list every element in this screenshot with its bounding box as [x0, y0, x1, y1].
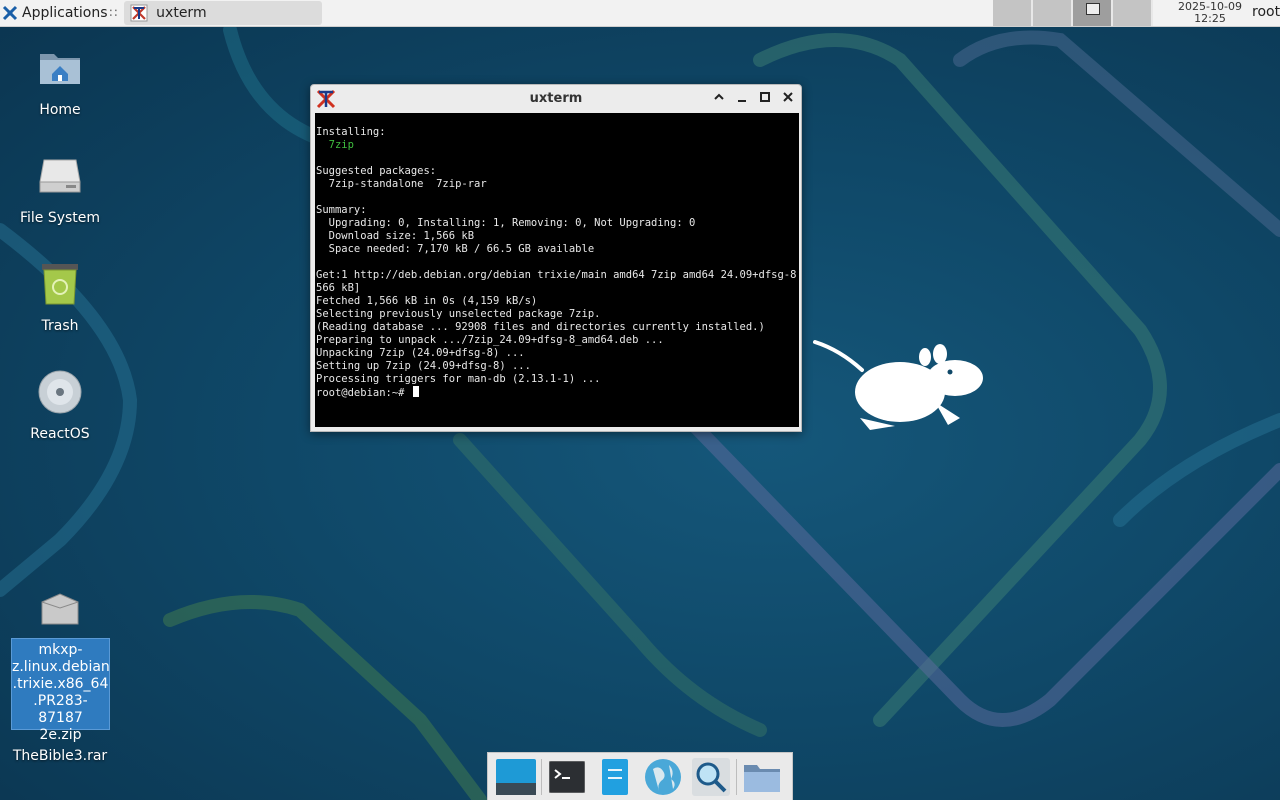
terminal-line: (Reading database ... 92908 files and di… — [316, 321, 765, 333]
taskbar-item-uxterm[interactable]: uxterm — [124, 1, 323, 25]
workspace-2[interactable] — [1033, 0, 1073, 26]
terminal-line: Get:1 http://deb.debian.org/debian trixi… — [316, 269, 799, 281]
terminal-line: root@debian:~# — [316, 386, 799, 399]
terminal-line: Processing triggers for man-db (2.13.1-1… — [316, 373, 601, 385]
terminal-line: Download size: 1,566 kB — [316, 230, 475, 242]
desktop-icon-mkxp-zip[interactable]: mkxp- z.linux.debian .trixie.x86_64 .PR2… — [11, 638, 110, 743]
desktop-icon-label: File System — [19, 210, 101, 226]
dock-separator — [736, 758, 737, 795]
xfce-mouse-logo — [813, 340, 983, 430]
show-desktop-icon — [496, 758, 536, 795]
xfce-logo-icon — [2, 5, 18, 21]
desktop-icon-trash[interactable]: Trash — [10, 260, 110, 334]
optical-disc-icon — [38, 370, 82, 414]
terminal-line: 7zip — [316, 139, 354, 151]
dock-folder[interactable] — [741, 756, 783, 798]
desktop-icon-thebible[interactable]: TheBible3.rar — [10, 748, 110, 764]
uxterm-window: uxterm Installing: 7zip Suggested package… — [310, 84, 802, 432]
workspace-4[interactable] — [1113, 0, 1153, 26]
dock-file-manager[interactable] — [594, 756, 636, 798]
terminal-line: Suggested packages: — [316, 165, 437, 177]
xterm-icon — [130, 4, 148, 22]
top-panel: Applications ∷ uxterm 2025-10-09 12:25 r… — [0, 0, 1280, 27]
folder-icon — [744, 764, 780, 792]
desktop-icon-label: Trash — [41, 318, 79, 334]
close-button[interactable] — [780, 91, 796, 107]
desktop-icon-label: ReactOS — [30, 426, 90, 442]
desktop-icon-reactos[interactable]: ReactOS — [10, 368, 110, 442]
home-folder-icon — [40, 54, 80, 84]
web-browser-icon — [645, 758, 681, 795]
terminal-output[interactable]: Installing: 7zip Suggested packages: 7zip… — [315, 113, 799, 427]
terminal-line: Preparing to unpack .../7zip_24.09+dfsg-… — [316, 334, 664, 346]
desktop-icon-label: Home — [39, 102, 81, 118]
dock-separator — [541, 758, 542, 795]
trash-icon — [42, 264, 78, 305]
dock-show-desktop[interactable] — [495, 756, 537, 798]
minimize-button[interactable] — [734, 91, 750, 107]
dock-app-finder[interactable] — [690, 756, 732, 798]
workspace-1[interactable] — [993, 0, 1033, 26]
workspace-3[interactable] — [1073, 0, 1113, 26]
archive-icon — [41, 593, 79, 625]
desktop-icon-label: TheBible3.rar — [12, 748, 108, 764]
app-finder-icon — [692, 757, 730, 796]
desktop-icon-home[interactable]: Home — [10, 44, 110, 118]
terminal-line: 566 kB] — [316, 282, 361, 294]
maximize-button[interactable] — [757, 91, 773, 107]
terminal-line: Fetched 1,566 kB in 0s (4,159 kB/s) — [316, 295, 538, 307]
terminal-line: Setting up 7zip (24.09+dfsg-8) ... — [316, 360, 531, 372]
desktop-icon-label: mkxp- z.linux.debian .trixie.x86_64 .PR2… — [12, 642, 110, 743]
workspace-window-preview — [1086, 3, 1100, 15]
terminal-line: Installing: — [316, 126, 386, 138]
window-titlebar[interactable]: uxterm — [311, 85, 801, 113]
maximize-icon — [760, 92, 770, 102]
user-menu[interactable]: root — [1252, 4, 1280, 20]
dock-web-browser[interactable] — [642, 756, 684, 798]
terminal-line: Unpacking 7zip (24.09+dfsg-8) ... — [316, 347, 525, 359]
terminal-line: Summary: — [316, 204, 367, 216]
terminal-line: Space needed: 7,170 kB / 66.5 GB availab… — [316, 243, 595, 255]
hard-drive-icon — [39, 159, 81, 193]
taskbar-item-label: uxterm — [156, 5, 207, 21]
workspace-switcher — [993, 0, 1153, 26]
close-icon — [783, 92, 793, 102]
dock-terminal[interactable] — [546, 756, 588, 798]
applications-menu-button[interactable]: Applications ∷ — [0, 0, 121, 26]
file-manager-icon — [602, 758, 628, 795]
terminal-icon — [549, 760, 585, 793]
bottom-dock — [487, 752, 793, 800]
shade-button[interactable] — [711, 91, 727, 107]
chevron-up-icon — [714, 93, 724, 100]
terminal-line: Upgrading: 0, Installing: 1, Removing: 0… — [316, 217, 696, 229]
applications-separator: ∷ — [109, 6, 118, 20]
applications-label: Applications — [22, 5, 108, 21]
terminal-cursor — [412, 386, 419, 397]
terminal-line: Selecting previously unselected package … — [316, 308, 601, 320]
clock-time: 12:25 — [1194, 12, 1226, 25]
minimize-icon — [738, 100, 746, 102]
terminal-line: 7zip-standalone 7zip-rar — [316, 178, 487, 190]
window-title: uxterm — [529, 91, 583, 106]
clock[interactable]: 2025-10-09 12:25 — [1176, 0, 1244, 26]
desktop-icon-filesystem[interactable]: File System — [10, 152, 110, 226]
